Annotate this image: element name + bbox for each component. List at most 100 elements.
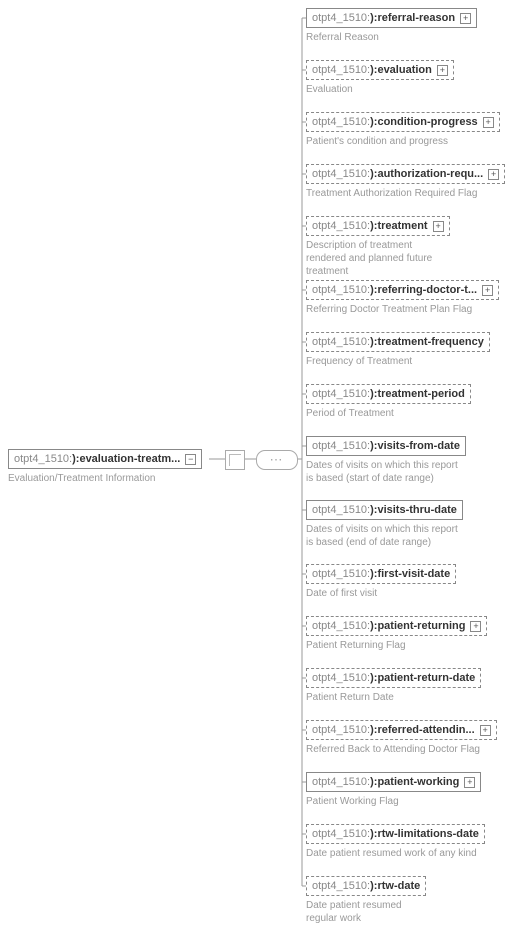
expand-icon[interactable]: + [464,777,475,788]
child-node-box[interactable]: otpt4_1510:):treatment-frequency [306,332,490,352]
child-prefix: otpt4_1510: [312,284,370,296]
child-prefix: otpt4_1510: [312,440,370,452]
child-caption: Patient Return Date [306,691,481,704]
child-prefix: otpt4_1510: [312,12,370,24]
child-name: ):visits-thru-date [370,504,457,516]
child-name: ):evaluation [370,64,432,76]
child-caption: Referred Back to Attending Doctor Flag [306,743,496,756]
child-prefix: otpt4_1510: [312,168,370,180]
child-name: ):rtw-limitations-date [370,828,479,840]
expand-icon[interactable]: + [460,13,471,24]
child-element[interactable]: otpt4_1510:):patient-returning + Patient R… [306,616,487,652]
child-element[interactable]: otpt4_1510:):patient-return-date Patient … [306,668,481,704]
child-prefix: otpt4_1510: [312,388,370,400]
child-element[interactable]: otpt4_1510:):patient-working+Patient Wor… [306,772,481,808]
child-element[interactable]: otpt4_1510:):evaluation + Evaluation [306,60,454,96]
child-node-box[interactable]: otpt4_1510:):patient-return-date [306,668,481,688]
child-name: ):first-visit-date [370,568,450,580]
child-name: ):treatment-period [370,388,465,400]
child-caption: Treatment Authorization Required Flag [306,187,496,200]
child-caption: Description of treatment rendered and pl… [306,239,450,278]
child-name: ):referred-attendin... [370,724,475,736]
child-name: ):referral-reason [370,12,455,24]
child-prefix: otpt4_1510: [312,64,370,76]
parent-prefix: otpt4_1510: [14,453,72,465]
child-prefix: otpt4_1510: [312,672,370,684]
expand-icon[interactable]: + [483,117,494,128]
child-node-box[interactable]: otpt4_1510:):visits-from-date [306,436,466,456]
child-node-box[interactable]: otpt4_1510:):rtw-date [306,876,426,896]
expand-icon[interactable]: + [437,65,448,76]
parent-node-box[interactable]: otpt4_1510: ):evaluation-treatm... − [8,449,202,469]
child-node-box[interactable]: otpt4_1510:):first-visit-date [306,564,456,584]
child-prefix: otpt4_1510: [312,724,370,736]
child-element[interactable]: otpt4_1510:):treatment-frequencyFrequenc… [306,332,490,368]
child-caption: Date patient resumed regular work [306,899,426,925]
child-prefix: otpt4_1510: [312,568,370,580]
child-name: ):patient-working [370,776,459,788]
expand-icon[interactable]: + [433,221,444,232]
child-element[interactable]: otpt4_1510:):visits-thru-date Dates of vi… [306,500,463,549]
child-node-box[interactable]: otpt4_1510:):referral-reason + [306,8,477,28]
child-caption: Dates of visits on which this report is … [306,459,466,485]
child-prefix: otpt4_1510: [312,620,370,632]
expand-icon[interactable]: + [480,725,491,736]
child-prefix: otpt4_1510: [312,220,370,232]
child-name: ):referring-doctor-t... [370,284,477,296]
child-element[interactable]: otpt4_1510:):first-visit-date Date of fir… [306,564,456,600]
child-node-box[interactable]: otpt4_1510:):referred-attendin... + [306,720,497,740]
child-element[interactable]: otpt4_1510:):treatment-period Period of T… [306,384,471,420]
child-name: ):treatment-frequency [370,336,484,348]
child-element[interactable]: otpt4_1510:):rtw-date Date patient resume… [306,876,426,925]
child-name: ):rtw-date [370,880,420,892]
child-element[interactable]: otpt4_1510:):rtw-limitations-date Date pa… [306,824,485,860]
collapse-icon[interactable]: − [185,454,196,465]
sequence-compositor[interactable] [256,450,298,470]
child-prefix: otpt4_1510: [312,116,370,128]
child-prefix: otpt4_1510: [312,880,370,892]
child-name: ):condition-progress [370,116,478,128]
child-node-box[interactable]: otpt4_1510:):authorization-requ... + [306,164,505,184]
child-name: ):authorization-requ... [370,168,483,180]
child-prefix: otpt4_1510: [312,828,370,840]
child-name: ):patient-return-date [370,672,475,684]
child-caption: Referral Reason [306,31,477,44]
child-name: ):visits-from-date [370,440,460,452]
child-element[interactable]: otpt4_1510:):referral-reason + Referral Re… [306,8,477,44]
child-caption: Dates of visits on which this report is … [306,523,463,549]
expand-icon[interactable]: + [488,169,499,180]
child-element[interactable]: otpt4_1510:):authorization-requ... + Treat… [306,164,505,200]
child-name: ):treatment [370,220,427,232]
child-prefix: otpt4_1510: [312,504,370,516]
child-name: ):patient-returning [370,620,465,632]
child-prefix: otpt4_1510: [312,776,370,788]
child-element[interactable]: otpt4_1510:):treatment + Description of tr… [306,216,450,278]
parent-caption: Evaluation/Treatment Information [8,472,198,485]
child-node-box[interactable]: otpt4_1510:):referring-doctor-t... + [306,280,499,300]
child-caption: Period of Treatment [306,407,471,420]
expand-icon[interactable]: + [470,621,481,632]
parent-name: ):evaluation-treatm... [72,453,180,465]
child-caption: Patient's condition and progress [306,135,496,148]
child-node-box[interactable]: otpt4_1510:):treatment-period [306,384,471,404]
parent-element[interactable]: otpt4_1510: ):evaluation-treatm... − Eva… [8,449,202,485]
child-element[interactable]: otpt4_1510:):condition-progress + Patient'… [306,112,500,148]
expand-icon[interactable]: + [482,285,493,296]
child-caption: Evaluation [306,83,454,96]
child-element[interactable]: otpt4_1510:):referred-attendin... + Referr… [306,720,497,756]
child-caption: Referring Doctor Treatment Plan Flag [306,303,496,316]
child-node-box[interactable]: otpt4_1510:):visits-thru-date [306,500,463,520]
child-node-box[interactable]: otpt4_1510:):condition-progress + [306,112,500,132]
child-element[interactable]: otpt4_1510:):visits-from-date Dates of vi… [306,436,466,485]
child-caption: Patient Returning Flag [306,639,487,652]
child-prefix: otpt4_1510: [312,336,370,348]
child-node-box[interactable]: otpt4_1510:):patient-returning + [306,616,487,636]
child-node-box[interactable]: otpt4_1510:):evaluation + [306,60,454,80]
child-element[interactable]: otpt4_1510:):referring-doctor-t... + Refer… [306,280,499,316]
child-node-box[interactable]: otpt4_1510:):patient-working + [306,772,481,792]
child-caption: Date of first visit [306,587,456,600]
child-node-box[interactable]: otpt4_1510:):treatment + [306,216,450,236]
attribute-indicator [225,450,245,470]
child-node-box[interactable]: otpt4_1510:):rtw-limitations-date [306,824,485,844]
child-caption: Date patient resumed work of any kind [306,847,485,860]
